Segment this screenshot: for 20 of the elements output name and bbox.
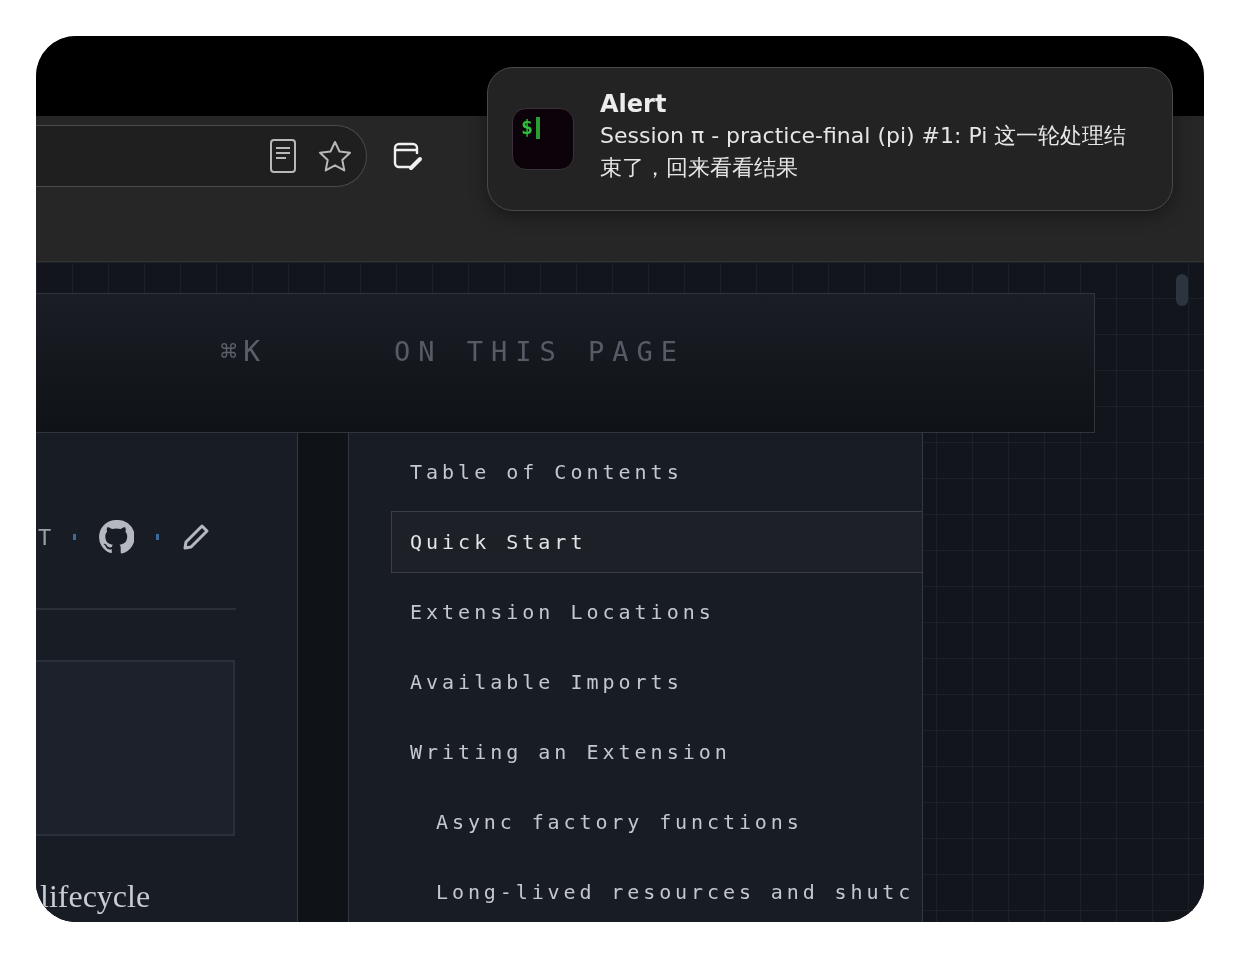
meta-text: T (38, 524, 52, 550)
section-heading: lifecycle (40, 880, 152, 912)
notification[interactable]: $ Alert Session π - practice-final (pi) #1: Pi 这一轮处理结束了，回来看看结果 (487, 67, 1173, 211)
toc-item[interactable]: Writing an Extension (391, 721, 922, 783)
section-label: ON THIS PAGE (394, 335, 686, 369)
star-icon[interactable] (318, 140, 352, 172)
toc-item[interactable]: Quick Start (391, 511, 922, 573)
toc-item[interactable]: Async factory functions (417, 791, 922, 853)
scrollbar-thumb[interactable] (1176, 274, 1188, 306)
toc-item[interactable]: Table of Contents (391, 441, 922, 503)
notification-title: Alert (600, 90, 668, 118)
address-field[interactable] (36, 125, 367, 187)
reader-icon[interactable] (270, 139, 296, 173)
toc-item[interactable]: Available Imports (391, 651, 922, 713)
toc-item[interactable]: Long-lived resources and shutc (417, 861, 922, 922)
compose-icon[interactable] (393, 141, 423, 171)
toc-item[interactable]: Extension Locations (391, 581, 922, 643)
github-icon[interactable] (98, 519, 135, 555)
terminal-app-icon: $ (512, 108, 574, 170)
notification-body: Session π - practice-final (pi) #1: Pi 这一轮处理结束了，回来看看结果 (600, 122, 1128, 182)
